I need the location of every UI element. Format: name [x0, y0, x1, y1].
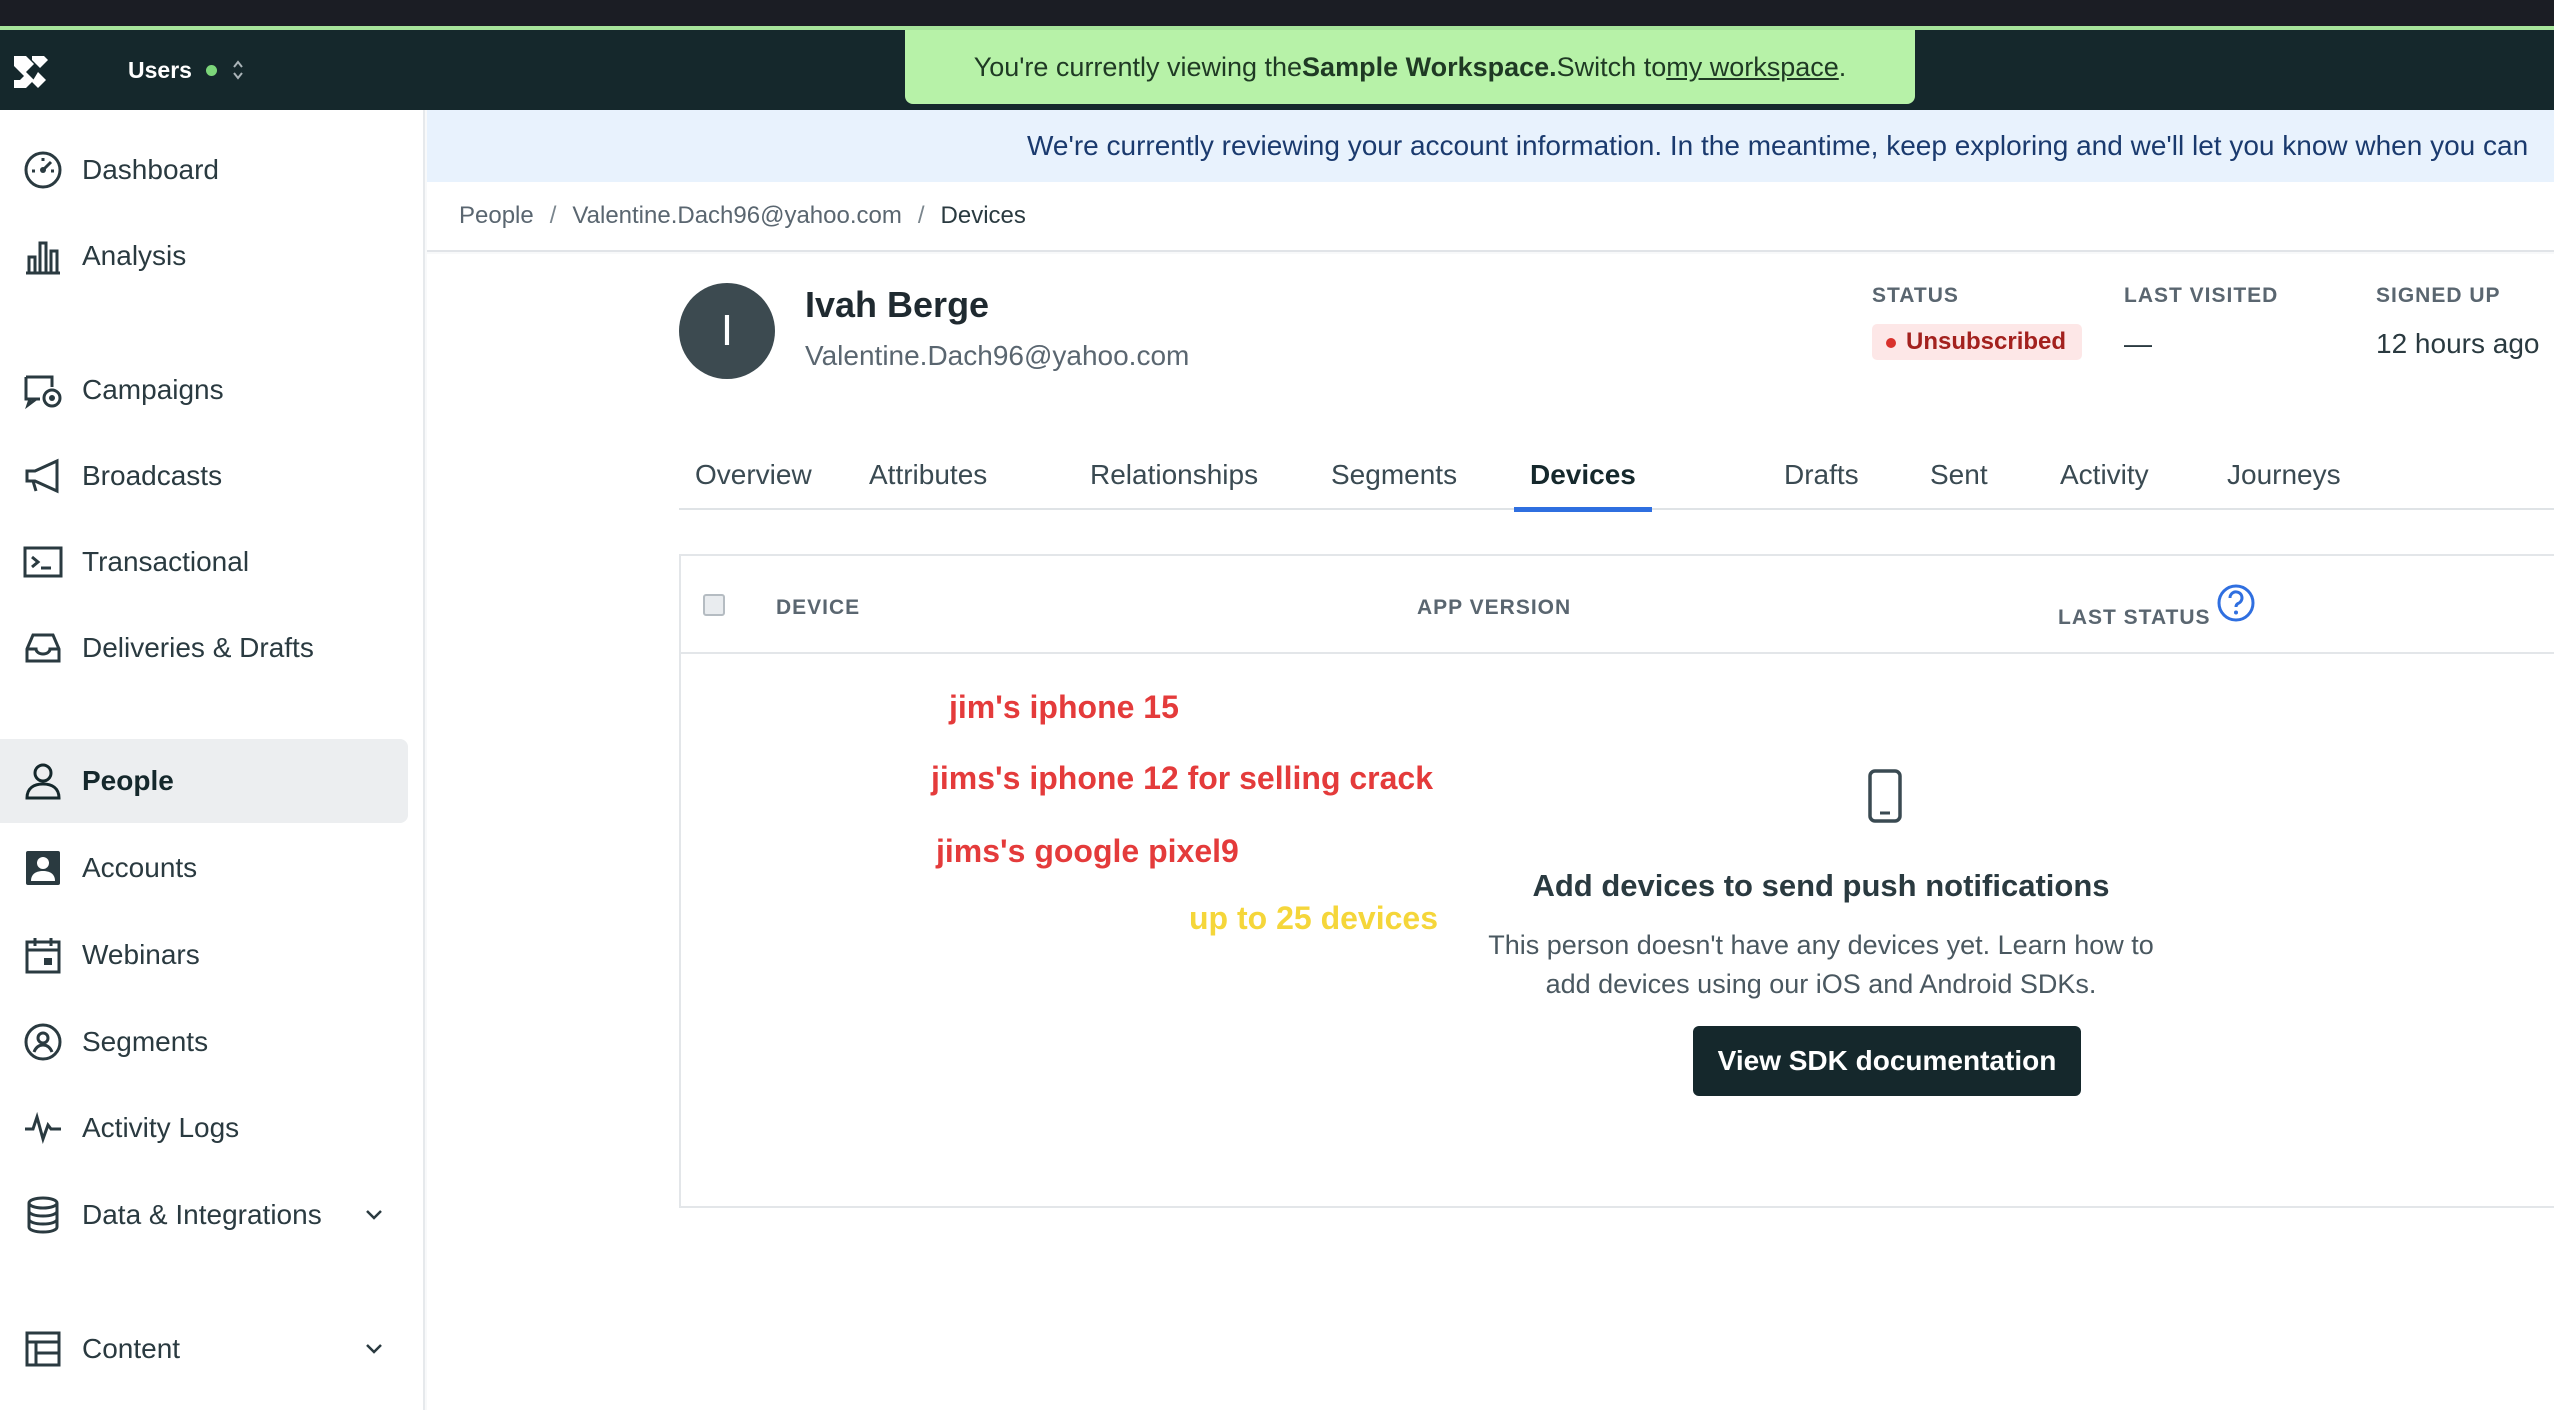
profile-tabs: Overview Attributes Relationships Segmen…: [679, 440, 2554, 512]
sample-workspace-banner: You're currently viewing the Sample Work…: [905, 30, 1915, 104]
tab-journeys[interactable]: Journeys: [2227, 440, 2341, 510]
tab-sent[interactable]: Sent: [1930, 440, 1988, 510]
banner-prefix: You're currently viewing the: [973, 51, 1303, 82]
sidebar-item-people[interactable]: People: [0, 739, 408, 823]
workspace-status-dot: [205, 64, 217, 76]
annotation-text: jims's google pixel9: [936, 833, 1239, 869]
person-email: Valentine.Dach96@yahoo.com: [805, 340, 1190, 371]
sidebar-item-label: Deliveries & Drafts: [82, 632, 314, 663]
sidebar-item-transactional[interactable]: Transactional: [0, 520, 408, 604]
annotation-text: jim's iphone 15: [949, 689, 1179, 725]
sidebar-item-analysis[interactable]: Analysis: [0, 214, 408, 298]
banner-suffix: .: [1838, 51, 1847, 82]
my-workspace-link[interactable]: my workspace: [1666, 52, 1839, 83]
sidebar-item-deliveries-drafts[interactable]: Deliveries & Drafts: [0, 606, 408, 690]
annotation-text: up to 25 devices: [1189, 900, 1438, 936]
window-chrome-strip: [0, 0, 2554, 30]
empty-state-title: Add devices to send push notifications: [1532, 868, 2110, 903]
sidebar-item-campaigns[interactable]: Campaigns: [0, 348, 408, 432]
tab-activity[interactable]: Activity: [2060, 440, 2149, 510]
database-icon: [27, 1196, 59, 1234]
workspace-name: Users: [128, 56, 192, 83]
breadcrumb: People / Valentine.Dach96@yahoo.com / De…: [427, 182, 2554, 252]
sidebar-item-webinars[interactable]: Webinars: [0, 913, 408, 997]
pulse-icon: [25, 1111, 61, 1144]
breadcrumb-current: Devices: [940, 202, 1026, 229]
dashboard-icon: [24, 151, 62, 189]
sidebar-item-label: Accounts: [82, 852, 198, 883]
tab-drafts[interactable]: Drafts: [1784, 440, 1859, 510]
table-header: DEVICE APP VERSION LAST STATUS: [681, 556, 2554, 654]
last-visited-value: —: [2124, 328, 2152, 359]
person-icon: [25, 763, 61, 800]
sidebar-item-broadcasts[interactable]: Broadcasts: [0, 434, 408, 518]
tab-overview[interactable]: Overview: [695, 440, 812, 510]
sidebar-item-dashboard[interactable]: Dashboard: [0, 128, 408, 212]
account-card-icon: [26, 851, 60, 885]
segment-icon: [24, 1023, 62, 1061]
help-icon[interactable]: [2216, 583, 2256, 623]
tab-attributes[interactable]: Attributes: [869, 440, 987, 510]
sidebar-item-label: Data & Integrations: [82, 1199, 322, 1230]
empty-state-description: This person doesn't have any devices yet…: [1488, 930, 2154, 999]
tab-relationships[interactable]: Relationships: [1090, 440, 1258, 510]
megaphone-icon: [25, 458, 59, 494]
status-label: STATUS: [1872, 284, 1959, 307]
breadcrumb-people[interactable]: People: [459, 202, 534, 230]
breadcrumb-separator: /: [917, 202, 925, 229]
signed-up-value: 12 hours ago: [2376, 328, 2540, 359]
tab-devices[interactable]: Devices: [1514, 440, 1652, 512]
sidebar-item-label: Campaigns: [82, 374, 224, 405]
tab-segments[interactable]: Segments: [1331, 440, 1457, 510]
mobile-phone-icon: [1868, 769, 1902, 823]
chevron-down-icon: [366, 1210, 382, 1220]
banner-middle: Switch to: [1556, 51, 1667, 82]
workspace-switcher[interactable]: Users: [128, 52, 245, 88]
status-badge: Unsubscribed: [1872, 324, 2083, 360]
annotation-text: jims's iphone 12 for selling crack: [931, 760, 1434, 796]
layout-icon: [25, 1331, 61, 1367]
sidebar-item-label: Transactional: [82, 546, 250, 577]
select-all-checkbox[interactable]: [703, 594, 725, 616]
sidebar-item-label: People: [82, 765, 174, 796]
sidebar-item-label: Dashboard: [82, 154, 219, 185]
chevron-down-icon: [366, 1344, 382, 1354]
breadcrumb-person[interactable]: Valentine.Dach96@yahoo.com: [572, 202, 901, 230]
sidebar-item-label: Activity Logs: [82, 1112, 240, 1143]
sidebar-item-content[interactable]: Content: [0, 1307, 408, 1391]
sidebar-item-accounts[interactable]: Accounts: [0, 826, 408, 910]
sidebar-item-label: Content: [82, 1333, 181, 1364]
sidebar: Dashboard Analysis Campaigns Broadcasts …: [0, 110, 425, 1410]
last-visited-label: LAST VISITED: [2124, 284, 2279, 307]
sidebar-item-label: Segments: [82, 1026, 209, 1057]
terminal-icon: [23, 546, 63, 578]
column-device: DEVICE: [776, 596, 861, 619]
avatar: I: [679, 283, 775, 379]
person-profile: I Ivah Berge Valentine.Dach96@yahoo.com …: [427, 254, 2554, 1410]
banner-workspace-name: Sample Workspace.: [1302, 51, 1557, 82]
account-review-banner: We're currently reviewing your account i…: [427, 110, 2554, 182]
sidebar-item-data-integrations[interactable]: Data & Integrations: [0, 1173, 408, 1257]
sidebar-item-label: Webinars: [82, 939, 200, 970]
sidebar-item-label: Analysis: [82, 240, 187, 271]
devices-table: DEVICE APP VERSION LAST STATUS jim's iph…: [679, 554, 2554, 1208]
campaign-icon: [24, 375, 62, 410]
breadcrumb-separator: /: [549, 202, 557, 229]
person-name: Ivah Berge: [805, 284, 990, 325]
app-logo-icon[interactable]: [10, 50, 50, 90]
view-sdk-documentation-button[interactable]: View SDK documentation: [1693, 1026, 2081, 1096]
calendar-icon: [25, 938, 61, 974]
column-last-status: LAST STATUS: [2058, 606, 2211, 629]
sidebar-item-activity-logs[interactable]: Activity Logs: [0, 1086, 408, 1170]
sidebar-item-segments[interactable]: Segments: [0, 1000, 408, 1084]
updown-chevron-icon: [233, 60, 243, 80]
bar-chart-icon: [26, 241, 60, 275]
signed-up-label: SIGNED UP: [2376, 284, 2501, 307]
top-bar: Users You're currently viewing the Sampl…: [0, 30, 2554, 110]
column-app-version: APP VERSION: [1417, 596, 1572, 619]
sidebar-item-label: Broadcasts: [82, 460, 223, 491]
inbox-icon: [25, 633, 61, 663]
